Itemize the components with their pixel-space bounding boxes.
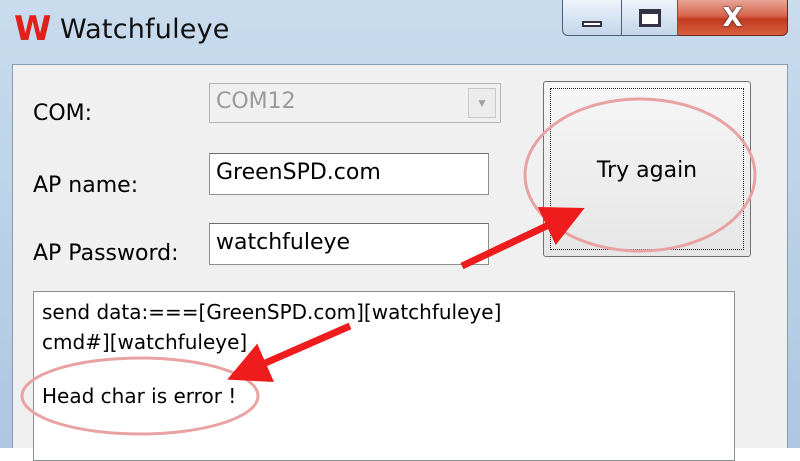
close-icon: X bbox=[722, 2, 743, 33]
maximize-icon bbox=[638, 8, 661, 27]
try-again-button[interactable]: Try again bbox=[543, 81, 751, 257]
app-window: W Watchfuleye X COM: COM12 ▼ AP name: Gr… bbox=[0, 0, 800, 461]
minimize-icon bbox=[582, 20, 602, 27]
ap-password-value: watchfuleye bbox=[216, 230, 351, 255]
com-dropdown-value: COM12 bbox=[216, 89, 296, 114]
ap-password-label: AP Password: bbox=[33, 241, 179, 266]
ap-name-input[interactable]: GreenSPD.com bbox=[209, 153, 489, 195]
window-controls: X bbox=[562, 0, 792, 38]
maximize-button[interactable] bbox=[622, 0, 678, 36]
chevron-down-icon[interactable]: ▼ bbox=[468, 88, 496, 118]
log-line-error: Head char is error ! bbox=[42, 384, 237, 408]
ap-password-input[interactable]: watchfuleye bbox=[209, 223, 489, 265]
log-line: send data:===[GreenSPD.com][watchfuleye] bbox=[42, 300, 502, 324]
com-label: COM: bbox=[33, 101, 93, 126]
app-logo-icon: W bbox=[14, 9, 52, 49]
log-line: cmd#][watchfuleye] bbox=[42, 330, 248, 354]
title-bar[interactable]: W Watchfuleye X bbox=[0, 0, 800, 58]
dialog-body: COM: COM12 ▼ AP name: GreenSPD.com AP Pa… bbox=[12, 64, 788, 461]
close-button[interactable]: X bbox=[678, 0, 788, 36]
com-dropdown[interactable]: COM12 ▼ bbox=[209, 83, 501, 123]
ap-name-label: AP name: bbox=[33, 173, 139, 198]
window-title: Watchfuleye bbox=[60, 14, 230, 45]
log-output[interactable]: send data:===[GreenSPD.com][watchfuleye]… bbox=[33, 291, 735, 461]
try-again-label: Try again bbox=[596, 158, 698, 183]
ap-name-value: GreenSPD.com bbox=[216, 160, 381, 185]
minimize-button[interactable] bbox=[562, 0, 622, 36]
